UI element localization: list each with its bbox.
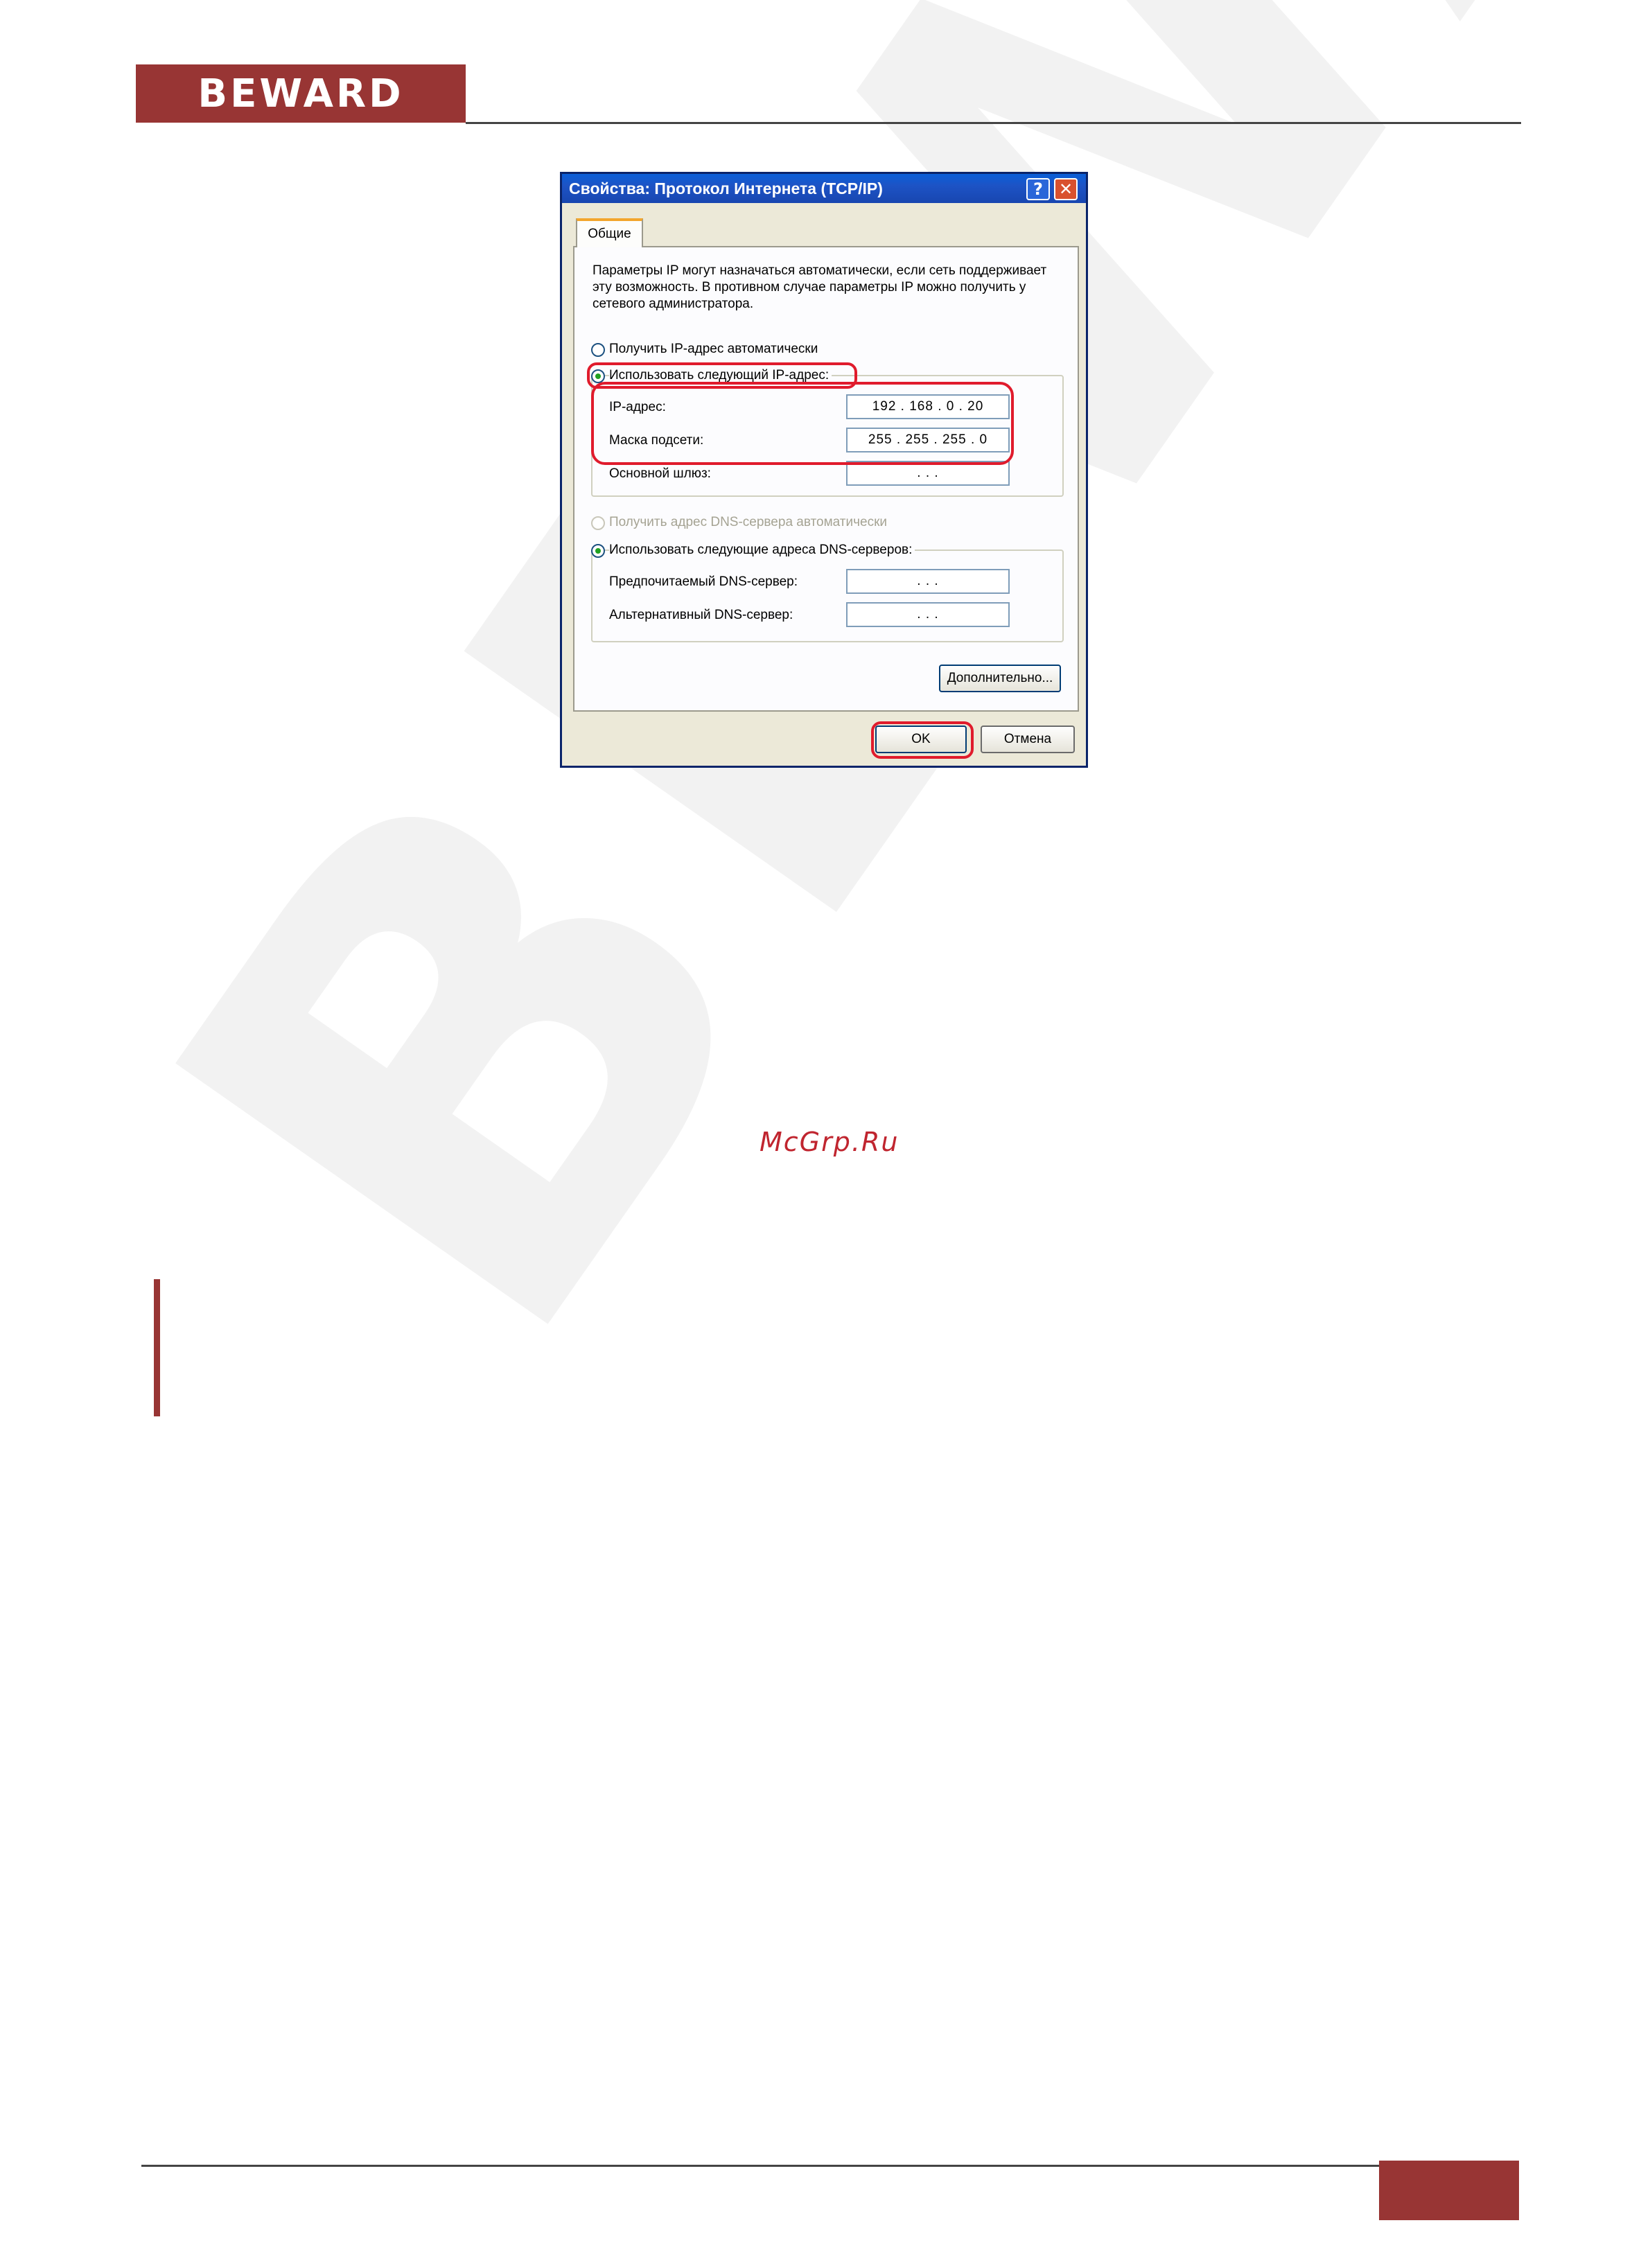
cancel-button[interactable]: Отмена [981,726,1075,753]
highlight-ip-fields [591,382,1014,465]
dns-group [591,550,1064,642]
tcpip-properties-dialog: Свойства: Протокол Интернета (TCP/IP) ? … [560,172,1088,768]
description-text: Параметры IP могут назначаться автоматич… [593,263,1047,311]
highlight-ok [871,721,974,759]
preferred-dns-field[interactable]: . . . [846,569,1010,594]
auto-dns-label: Получить адрес DNS-сервера автоматически [609,515,888,529]
advanced-button[interactable]: Дополнительно... [939,665,1061,692]
alternate-dns-field[interactable]: . . . [846,602,1010,627]
side-accent-bar [154,1279,160,1416]
beward-logo: BEWARD [136,64,466,123]
help-button[interactable]: ? [1026,178,1050,200]
mcgrp-watermark: McGrp.Ru [760,1127,899,1157]
dialog-titlebar: Свойства: Протокол Интернета (TCP/IP) ? … [562,174,1086,203]
close-button[interactable]: ✕ [1054,178,1078,200]
tab-general[interactable]: Общие [576,218,643,247]
manual-dns-radio[interactable] [591,544,605,558]
footer-divider [141,2165,1452,2167]
auto-ip-radio[interactable] [591,343,605,357]
logo-text: BEWARD [198,71,404,116]
preferred-dns-label: Предпочитаемый DNS-сервер: [609,574,798,589]
auto-ip-label: Получить IP-адрес автоматически [609,342,818,356]
manual-dns-label: Использовать следующие адреса DNS-сервер… [609,543,915,558]
general-panel: Параметры IP могут назначаться автоматич… [573,246,1079,712]
dialog-title: Свойства: Протокол Интернета (TCP/IP) [569,179,883,197]
auto-dns-radio[interactable] [591,516,605,530]
alternate-dns-label: Альтернативный DNS-сервер: [609,608,793,622]
header-divider [466,122,1521,124]
gateway-label: Основной шлюз: [609,466,711,481]
page-number-box [1379,2161,1519,2220]
